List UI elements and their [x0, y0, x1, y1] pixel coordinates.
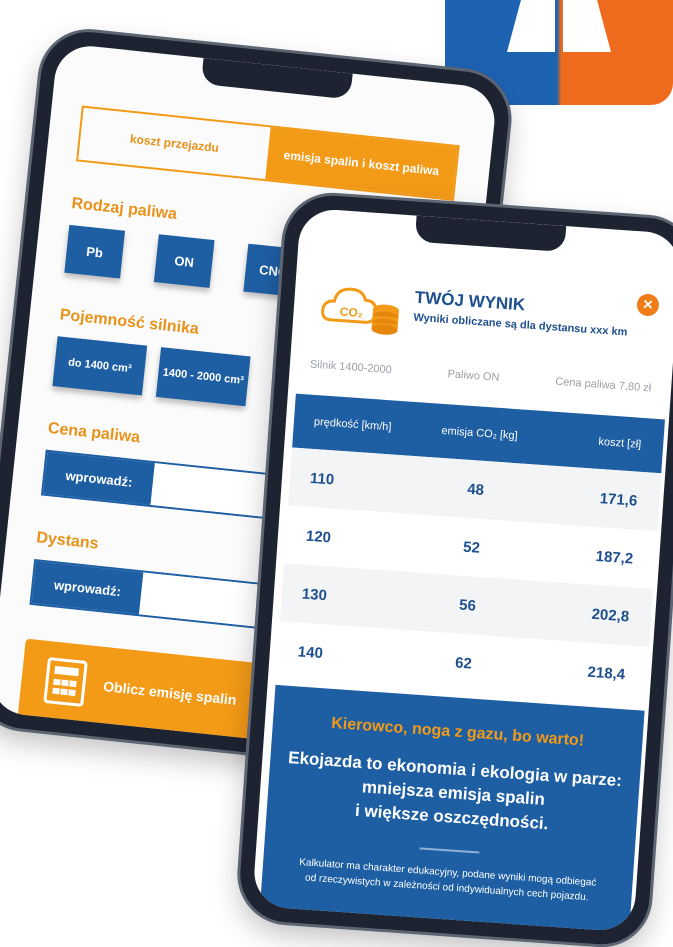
param-fuel: Paliwo ON	[447, 368, 500, 384]
tab-emission-fuel-cost[interactable]: emisja spalin i koszt paliwa	[265, 127, 458, 199]
result-screen: CO₂ TWÓJ WYNIK Wyniki obliczane są dla d…	[252, 207, 673, 933]
header-emission: emisja CO₂ [kg]	[441, 424, 519, 443]
result-header: CO₂ TWÓJ WYNIK Wyniki obliczane są dla d…	[318, 275, 651, 358]
header-speed: prędkość [km/h]	[313, 415, 392, 434]
logo-road-shape	[507, 0, 529, 52]
selected-params: Silnik 1400-2000 Paliwo ON Cena paliwa 7…	[310, 359, 652, 395]
banner-body: Ekojazda to ekonomia i ekologia w parze:…	[287, 748, 623, 834]
mode-tabs: koszt przejazdu emisja spalin i koszt pa…	[76, 105, 460, 201]
tab-trip-cost[interactable]: koszt przejazdu	[78, 108, 270, 179]
phone-notch	[200, 58, 353, 100]
fuel-option-pb[interactable]: Pb	[64, 224, 126, 279]
banner-disclaimer: Kalkulator ma charakter edukacyjny, poda…	[298, 857, 597, 904]
table-body: 110 48 171,6 120 52 187,2 130 56 202,8 1…	[276, 447, 662, 705]
eco-driving-banner: Kierowco, noga z gazu, bo warto! Ekojazd…	[259, 684, 645, 933]
cell-cost: 187,2	[595, 547, 634, 568]
cell-cost: 202,8	[591, 605, 630, 625]
phone-notch	[414, 215, 567, 253]
result-subtitle: Wyniki obliczane są dla dystansu xxx km	[413, 311, 628, 339]
cell-speed: 110	[309, 469, 335, 488]
cell-emission: 48	[466, 480, 485, 499]
header-cost: koszt [zł]	[598, 435, 642, 451]
engine-option-small[interactable]: do 1400 cm³	[52, 336, 148, 396]
calculate-button-label: Oblicz emisję spalin	[102, 678, 238, 708]
banner-divider	[419, 847, 480, 854]
calculator-icon	[43, 657, 88, 707]
cell-emission: 52	[462, 538, 481, 557]
cell-cost: 218,4	[587, 663, 626, 683]
logo-road-shape	[529, 0, 555, 52]
phone-front: CO₂ TWÓJ WYNIK Wyniki obliczane są dla d…	[237, 192, 673, 947]
logo-road-shape	[589, 0, 611, 52]
logo-road-shape	[563, 0, 589, 52]
cell-cost: 171,6	[599, 489, 638, 510]
engine-option-medium[interactable]: 1400 - 2000 cm³	[155, 347, 251, 407]
co2-cloud-coins-icon: CO₂	[321, 287, 399, 335]
distance-label: wprowadź:	[31, 561, 144, 615]
param-price: Cena paliwa 7,80 zł	[554, 375, 652, 395]
cell-speed: 120	[305, 527, 332, 546]
results-table: prędkość [km/h] emisja CO₂ [kg] koszt [z…	[276, 393, 665, 705]
cell-emission: 62	[454, 653, 473, 673]
close-icon[interactable]: ✕	[636, 293, 660, 317]
fuel-option-on[interactable]: ON	[153, 234, 215, 288]
cell-speed: 140	[297, 642, 324, 662]
co2-icon-label: CO₂	[339, 305, 363, 321]
fuel-price-label: wprowadź:	[43, 451, 155, 505]
param-engine: Silnik 1400-2000	[309, 358, 393, 377]
cell-speed: 130	[301, 585, 328, 604]
cell-emission: 56	[458, 596, 477, 615]
result-title: TWÓJ WYNIK	[414, 287, 526, 315]
